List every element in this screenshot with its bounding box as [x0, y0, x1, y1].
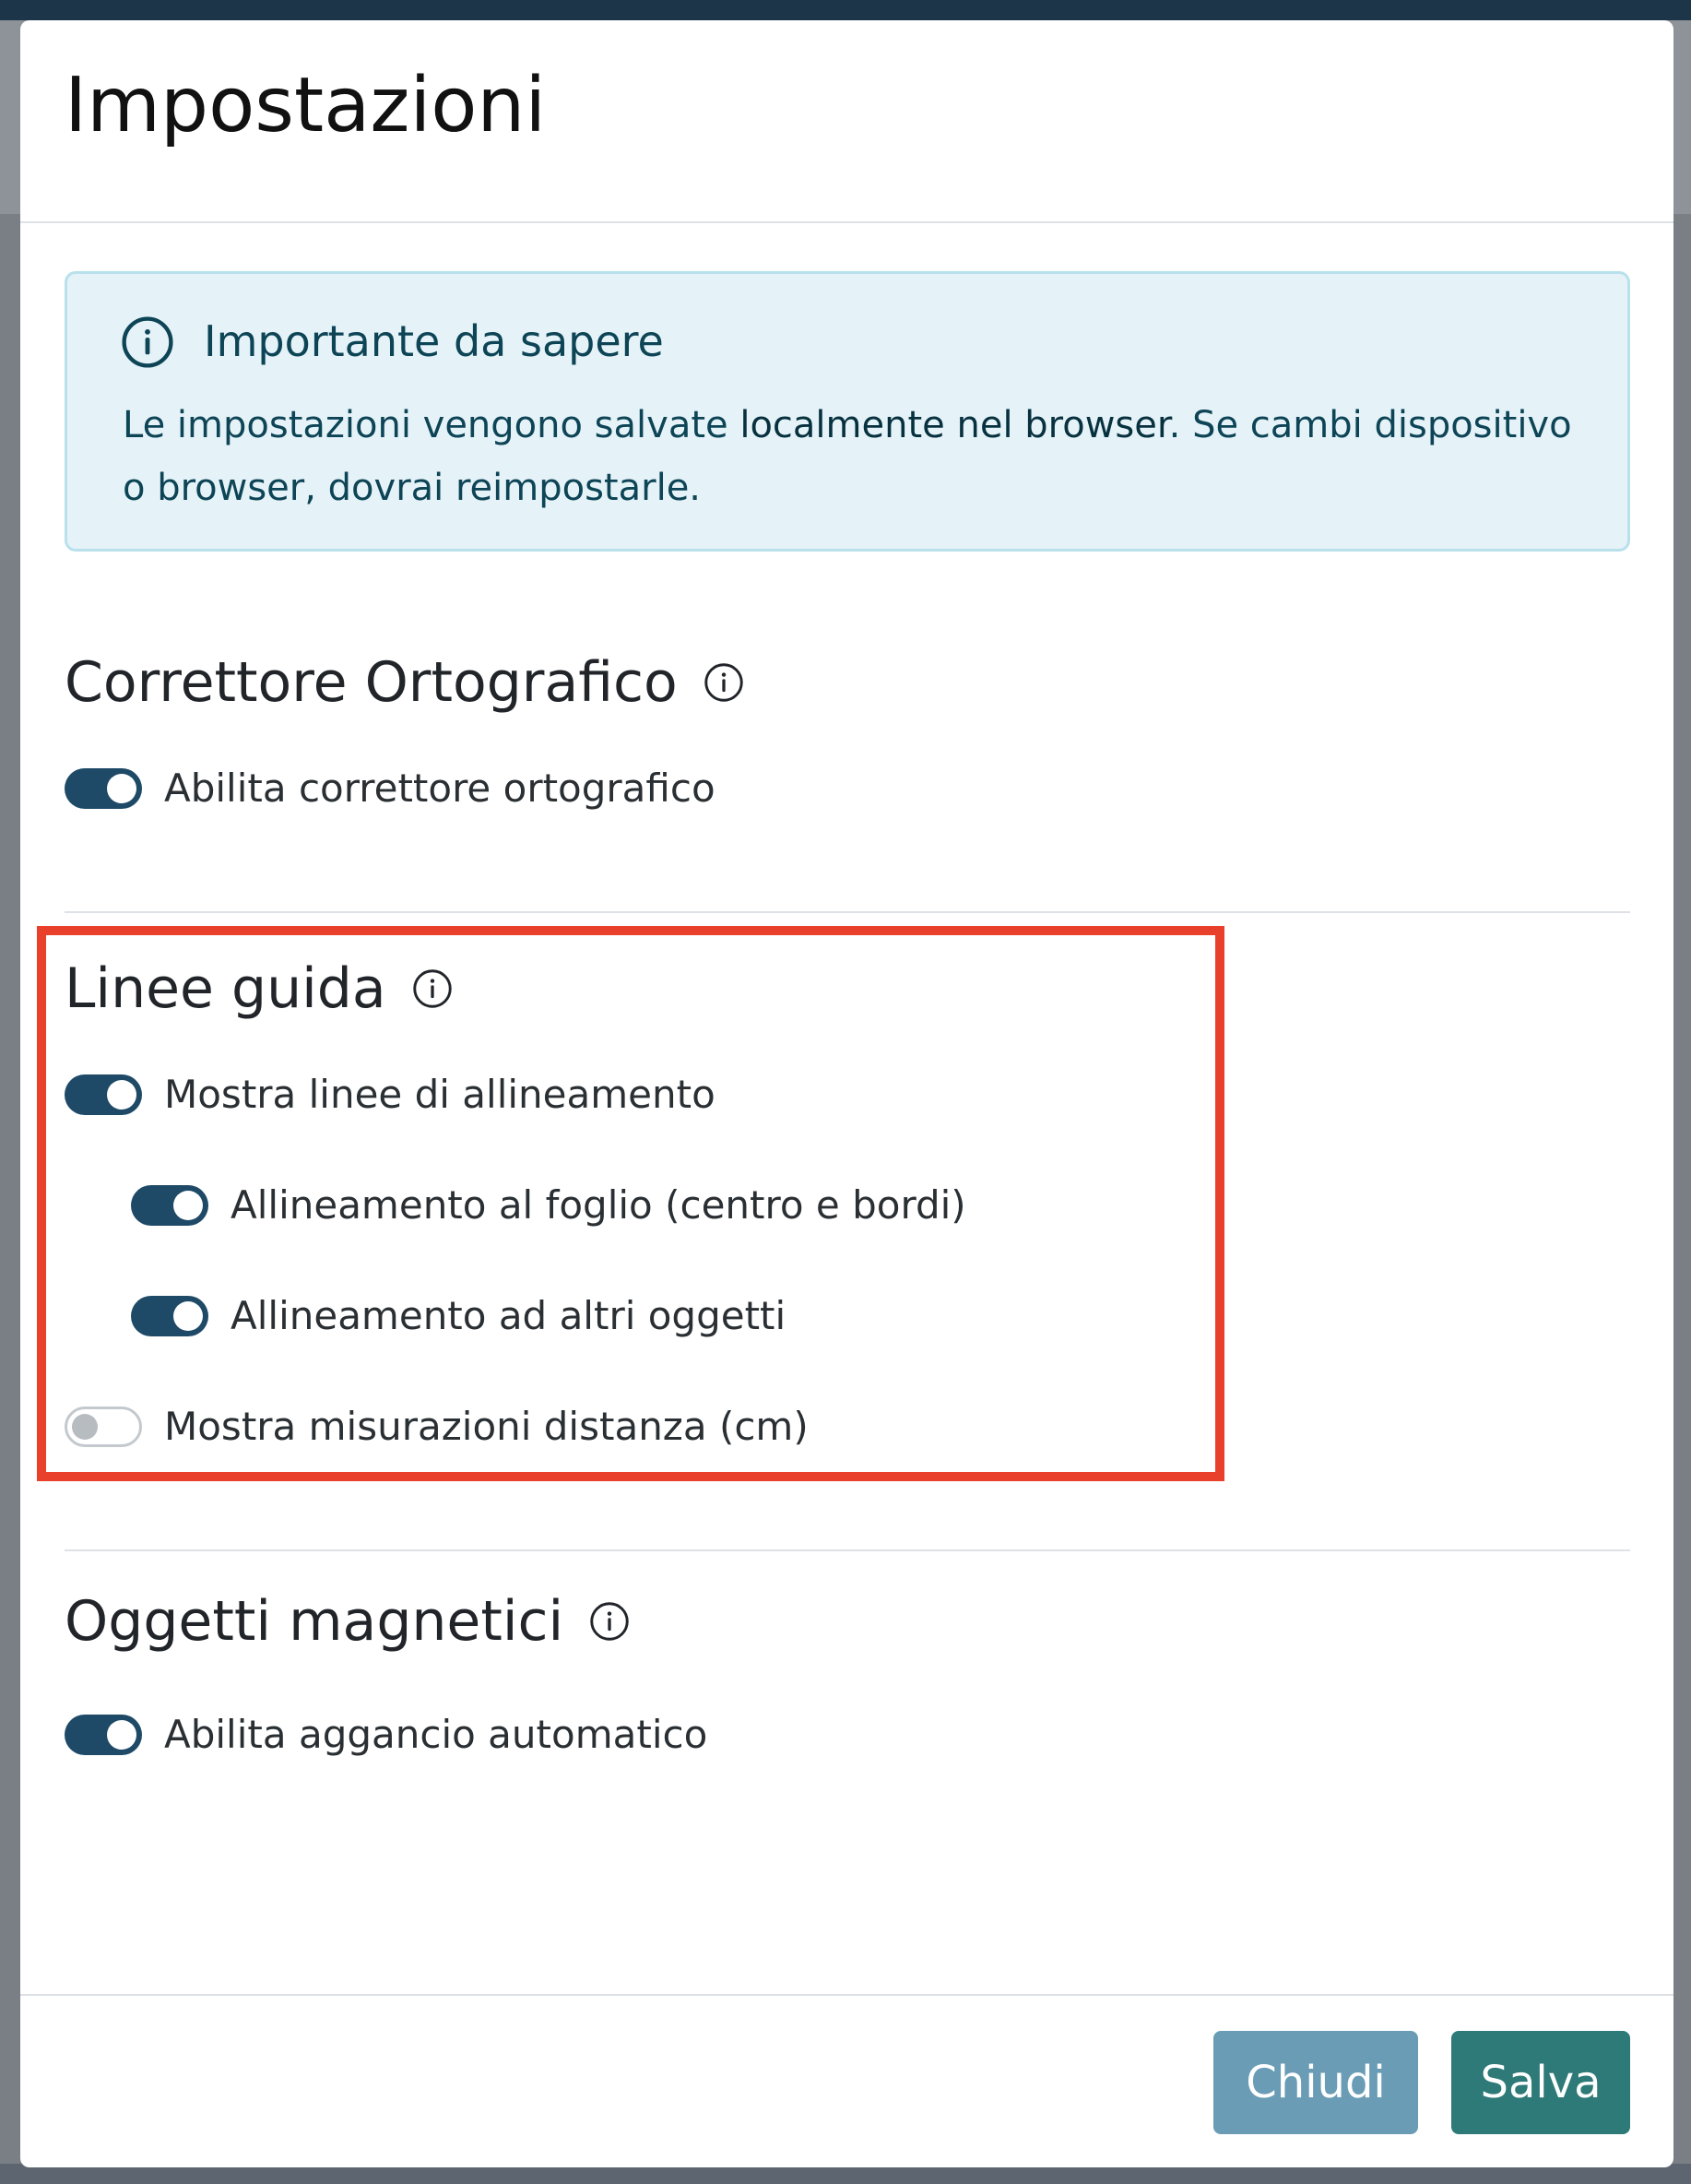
alert-text: Le impostazioni vengono salvate localmen… [123, 394, 1589, 519]
magnetic-toggle[interactable] [65, 1714, 142, 1755]
magnetic-toggle-label: Abilita aggancio automatico [164, 1712, 708, 1757]
spellcheck-info-icon[interactable] [704, 662, 744, 703]
section-divider [65, 911, 1630, 913]
modal-title: Impostazioni [65, 62, 547, 149]
section-title-spellcheck: Correttore Ortografico [65, 649, 744, 716]
spellcheck-toggle-label: Abilita correttore ortografico [164, 766, 715, 811]
modal-footer-divider [20, 1994, 1673, 1996]
magnetic-toggle-row[interactable]: Abilita aggancio automatico [65, 1712, 707, 1757]
close-button[interactable]: Chiudi [1213, 2031, 1418, 2134]
section-title-magnetic: Oggetti magnetici [65, 1588, 630, 1655]
magnetic-info-icon[interactable] [589, 1601, 630, 1642]
info-circle-icon [122, 316, 173, 368]
alert-text-bold: localmente nel browser [739, 404, 1169, 446]
spellcheck-title-text: Correttore Ortografico [65, 650, 678, 715]
settings-modal: Impostazioni Importante da sapere Le imp… [20, 20, 1673, 2167]
alert-title: Importante da sapere [204, 316, 664, 366]
highlight-annotation-box [37, 926, 1224, 1481]
save-button[interactable]: Salva [1451, 2031, 1630, 2134]
background-top-bar [0, 0, 1691, 20]
magnetic-title-text: Oggetti magnetici [65, 1589, 564, 1654]
spellcheck-toggle-row[interactable]: Abilita correttore ortografico [65, 766, 715, 811]
info-alert: Importante da sapere Le impostazioni ven… [65, 271, 1630, 552]
alert-text-before: Le impostazioni vengono salvate [123, 404, 740, 446]
section-divider [65, 1549, 1630, 1551]
modal-header: Impostazioni [20, 20, 1673, 223]
spellcheck-toggle[interactable] [65, 767, 142, 809]
